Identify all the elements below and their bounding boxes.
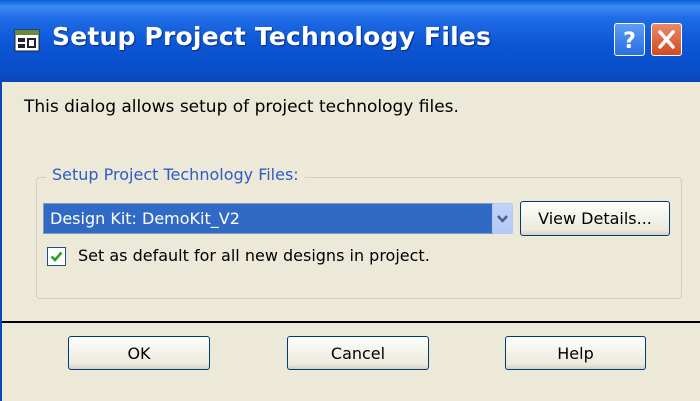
design-kit-select-value: Design Kit: DemoKit_V2 [50, 209, 240, 228]
group-label: Setup Project Technology Files: [46, 165, 305, 184]
default-checkbox[interactable] [47, 247, 66, 266]
chevron-down-icon [497, 215, 508, 223]
default-checkbox-label: Set as default for all new designs in pr… [78, 246, 430, 265]
window-app-icon [14, 29, 40, 52]
design-kit-select[interactable]: Design Kit: DemoKit_V2 [43, 203, 511, 234]
dialog-description: This dialog allows setup of project tech… [24, 97, 459, 117]
close-icon [658, 30, 675, 49]
view-details-button[interactable]: View Details... [520, 201, 670, 236]
title-close-button[interactable] [651, 23, 682, 56]
cancel-button[interactable]: Cancel [287, 336, 429, 370]
question-icon: ? [623, 29, 636, 54]
ok-button[interactable]: OK [68, 336, 210, 370]
separator-line [2, 321, 700, 323]
svg-text:?: ? [623, 29, 636, 54]
checkmark-icon [50, 251, 63, 262]
dropdown-arrow-button[interactable] [492, 203, 513, 234]
help-button[interactable]: Help [505, 336, 646, 370]
technology-files-group [36, 177, 682, 299]
dialog-window: Setup Project Technology Files ? This di… [0, 0, 700, 401]
title-bar[interactable]: Setup Project Technology Files ? [0, 0, 700, 82]
title-help-button[interactable]: ? [614, 23, 645, 56]
dialog-title: Setup Project Technology Files [52, 22, 492, 51]
dialog-body: This dialog allows setup of project tech… [0, 82, 700, 401]
